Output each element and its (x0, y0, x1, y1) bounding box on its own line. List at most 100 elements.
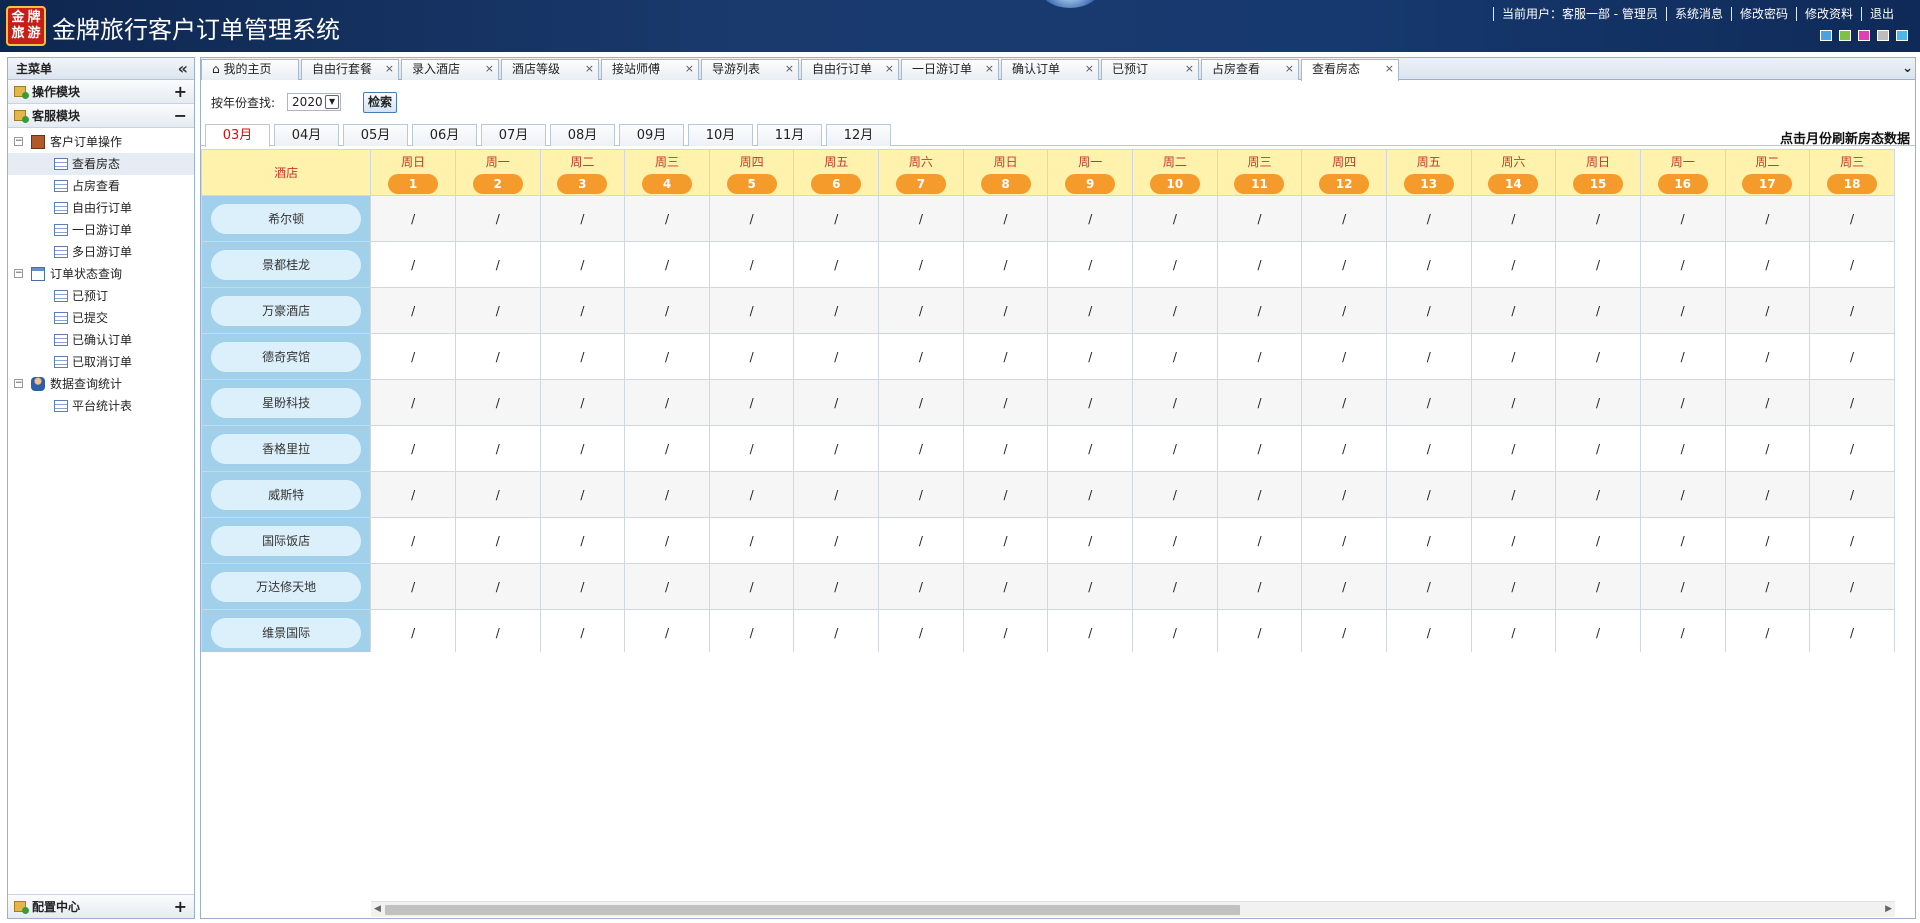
room-status-cell[interactable]: / (1216, 287, 1303, 334)
scrollbar-thumb[interactable] (385, 905, 1240, 915)
room-status-cell[interactable]: / (539, 287, 626, 334)
room-status-cell[interactable]: / (1555, 609, 1641, 652)
sidebar-item[interactable]: 已预订 (8, 285, 194, 307)
expand-icon[interactable]: + (174, 80, 187, 104)
room-status-cell[interactable]: / (1132, 471, 1218, 518)
room-status-cell[interactable]: / (1216, 517, 1303, 564)
expand-icon[interactable]: + (174, 895, 187, 919)
tab-item[interactable]: 确认订单 × (1001, 59, 1099, 80)
room-status-cell[interactable]: / (878, 241, 964, 288)
month-tab[interactable]: 05月 (343, 124, 408, 146)
hotel-name-button[interactable]: 德奇宾馆 (211, 341, 362, 372)
room-status-cell[interactable]: / (1809, 287, 1895, 334)
room-status-cell[interactable]: / (1132, 517, 1218, 564)
room-status-cell[interactable]: / (1132, 425, 1218, 472)
room-status-cell[interactable]: / (370, 379, 456, 426)
room-status-cell[interactable]: / (1301, 333, 1387, 380)
room-status-cell[interactable]: / (1385, 563, 1472, 610)
room-status-cell[interactable]: / (454, 241, 541, 288)
month-tab[interactable]: 07月 (481, 124, 546, 146)
room-status-cell[interactable]: / (1555, 287, 1641, 334)
close-icon[interactable]: × (785, 59, 794, 78)
room-status-cell[interactable]: / (1809, 517, 1895, 564)
room-status-cell[interactable]: / (1470, 241, 1557, 288)
room-status-cell[interactable]: / (1216, 471, 1303, 518)
room-status-cell[interactable]: / (624, 379, 710, 426)
room-status-cell[interactable]: / (1301, 241, 1387, 288)
room-status-cell[interactable]: / (962, 517, 1049, 564)
month-tab[interactable]: 06月 (412, 124, 477, 146)
room-status-cell[interactable]: / (793, 379, 880, 426)
room-status-cell[interactable]: / (1555, 563, 1641, 610)
room-status-cell[interactable]: / (370, 241, 456, 288)
tab-item[interactable]: 查看房态 × (1301, 59, 1399, 81)
close-icon[interactable]: × (885, 59, 894, 78)
tab-item[interactable]: 酒店等级 × (501, 59, 599, 80)
tab-item[interactable]: ⌂ 我的主页 (201, 59, 299, 80)
tab-item[interactable]: 占房查看 × (1201, 59, 1299, 80)
room-status-cell[interactable]: / (454, 379, 541, 426)
close-icon[interactable]: × (485, 59, 494, 78)
room-status-cell[interactable]: / (454, 563, 541, 610)
year-select[interactable]: 2020 ▼ (287, 93, 342, 111)
room-status-cell[interactable]: / (539, 609, 626, 652)
room-status-cell[interactable]: / (1047, 471, 1134, 518)
room-status-cell[interactable]: / (962, 609, 1049, 652)
room-status-cell[interactable]: / (1555, 379, 1641, 426)
room-status-cell[interactable]: / (793, 563, 880, 610)
close-icon[interactable]: × (1185, 59, 1194, 78)
close-icon[interactable]: × (1385, 59, 1394, 78)
room-status-cell[interactable]: / (1555, 333, 1641, 380)
sidebar-item[interactable]: 已提交 (8, 307, 194, 329)
room-status-cell[interactable]: / (370, 425, 456, 472)
room-status-cell[interactable]: / (1639, 333, 1726, 380)
room-status-cell[interactable]: / (1385, 333, 1472, 380)
room-status-cell[interactable]: / (962, 471, 1049, 518)
tab-item[interactable]: 接站师傅 × (601, 59, 699, 80)
room-status-cell[interactable]: / (1470, 471, 1557, 518)
month-tab[interactable]: 08月 (550, 124, 615, 146)
room-status-cell[interactable]: / (454, 609, 541, 652)
room-status-cell[interactable]: / (1301, 287, 1387, 334)
room-status-cell[interactable]: / (1724, 287, 1811, 334)
room-status-cell[interactable]: / (539, 195, 626, 242)
room-status-cell[interactable]: / (1385, 471, 1472, 518)
room-status-cell[interactable]: / (539, 241, 626, 288)
room-status-cell[interactable]: / (1216, 333, 1303, 380)
room-status-cell[interactable]: / (1724, 609, 1811, 652)
room-status-cell[interactable]: / (1470, 379, 1557, 426)
tab-scroll-icon[interactable]: ⌄ (1902, 61, 1913, 76)
collapse-sidebar-icon[interactable]: « (178, 58, 188, 80)
room-status-cell[interactable]: / (878, 471, 964, 518)
collapse-icon[interactable]: − (174, 104, 187, 128)
room-status-cell[interactable]: / (539, 471, 626, 518)
tab-item[interactable]: 已预订 × (1101, 59, 1199, 80)
room-status-cell[interactable]: / (1047, 287, 1134, 334)
room-status-cell[interactable]: / (1470, 425, 1557, 472)
room-status-cell[interactable]: / (1809, 241, 1895, 288)
room-status-cell[interactable]: / (708, 609, 795, 652)
room-status-cell[interactable]: / (878, 379, 964, 426)
room-status-cell[interactable]: / (539, 379, 626, 426)
hotel-name-button[interactable]: 维景国际 (211, 617, 362, 648)
room-status-cell[interactable]: / (1555, 517, 1641, 564)
sidebar-item[interactable]: 一日游订单 (8, 219, 194, 241)
sidebar-item[interactable]: 多日游订单 (8, 241, 194, 263)
room-status-cell[interactable]: / (624, 287, 710, 334)
room-status-cell[interactable]: / (962, 563, 1049, 610)
room-status-cell[interactable]: / (1724, 195, 1811, 242)
hotel-name-button[interactable]: 万达修天地 (211, 571, 362, 602)
room-status-cell[interactable]: / (1385, 287, 1472, 334)
room-status-cell[interactable]: / (454, 471, 541, 518)
month-tab[interactable]: 10月 (688, 124, 753, 146)
room-status-cell[interactable]: / (1047, 195, 1134, 242)
room-status-cell[interactable]: / (878, 609, 964, 652)
room-status-cell[interactable]: / (708, 333, 795, 380)
room-status-cell[interactable]: / (878, 517, 964, 564)
room-status-cell[interactable]: / (624, 195, 710, 242)
room-status-cell[interactable]: / (1216, 609, 1303, 652)
room-status-cell[interactable]: / (1385, 425, 1472, 472)
room-status-cell[interactable]: / (793, 517, 880, 564)
room-status-cell[interactable]: / (624, 517, 710, 564)
room-status-cell[interactable]: / (962, 333, 1049, 380)
